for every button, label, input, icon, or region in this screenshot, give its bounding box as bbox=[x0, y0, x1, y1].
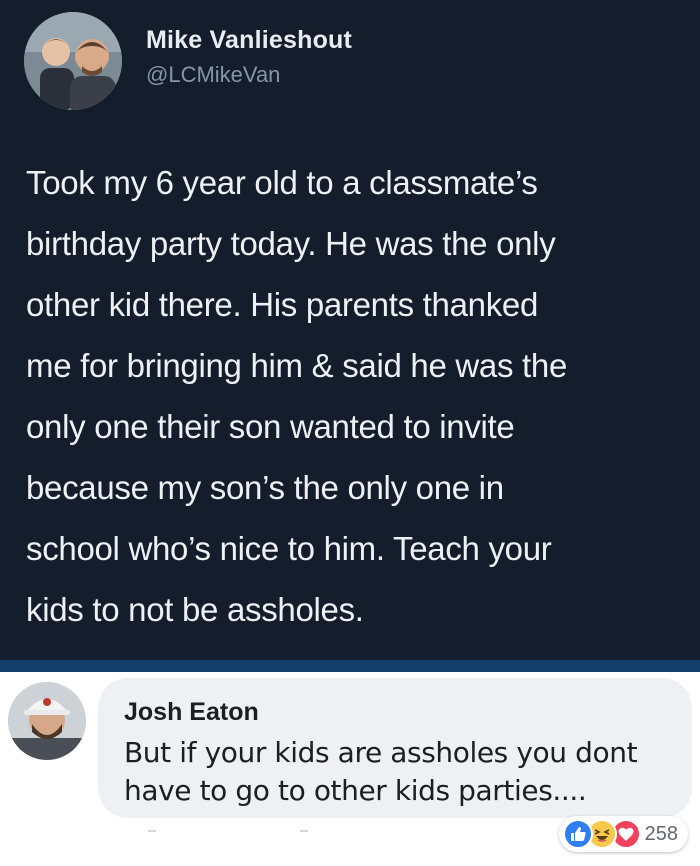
tweet-text-line: Took my 6 year old to a classmate’s bbox=[26, 164, 538, 201]
comment-bubble: Josh Eaton But if your kids are assholes… bbox=[98, 678, 692, 818]
tweet-text-line: because my son’s the only one in bbox=[26, 469, 504, 506]
comment-text: But if your kids are assholes you dont h… bbox=[124, 734, 684, 810]
reaction-count: 258 bbox=[644, 822, 678, 845]
divider-bar bbox=[0, 660, 700, 672]
like-reaction-icon bbox=[562, 819, 593, 849]
tweet-text: Took my 6 year old to a classmate’s birt… bbox=[26, 152, 686, 640]
divider-line bbox=[300, 830, 308, 832]
tweet-text-line: only one their son wanted to invite bbox=[26, 408, 515, 445]
comment-section: Josh Eaton But if your kids are assholes… bbox=[0, 672, 700, 866]
tweet-text-line: me for bringing him & said he was the bbox=[26, 347, 568, 384]
tweet-text-line: kids to not be assholes. bbox=[26, 591, 364, 628]
avatar-photo-icon bbox=[8, 682, 86, 760]
commenter-avatar[interactable] bbox=[8, 682, 86, 760]
tweet-text-line: other kid there. His parents thanked bbox=[26, 286, 538, 323]
commenter-name[interactable]: Josh Eaton bbox=[124, 698, 259, 727]
reactions-summary[interactable]: 258 bbox=[558, 816, 688, 852]
divider-line bbox=[148, 830, 156, 832]
tweet-text-line: birthday party today. He was the only bbox=[26, 225, 556, 262]
avatar-photo-icon bbox=[24, 12, 122, 110]
tweet-author-handle[interactable]: @LCMikeVan bbox=[146, 62, 280, 88]
tweet-card: Mike Vanlieshout @LCMikeVan Took my 6 ye… bbox=[0, 0, 700, 660]
tweet-text-line: school who’s nice to him. Teach your bbox=[26, 530, 552, 567]
tweet-author-avatar[interactable] bbox=[24, 12, 122, 110]
comment-text-line: But if your kids are assholes you dont bbox=[124, 736, 638, 769]
comment-text-line: have to go to other kids parties.... bbox=[124, 774, 587, 807]
tweet-author-name[interactable]: Mike Vanlieshout bbox=[146, 26, 352, 55]
